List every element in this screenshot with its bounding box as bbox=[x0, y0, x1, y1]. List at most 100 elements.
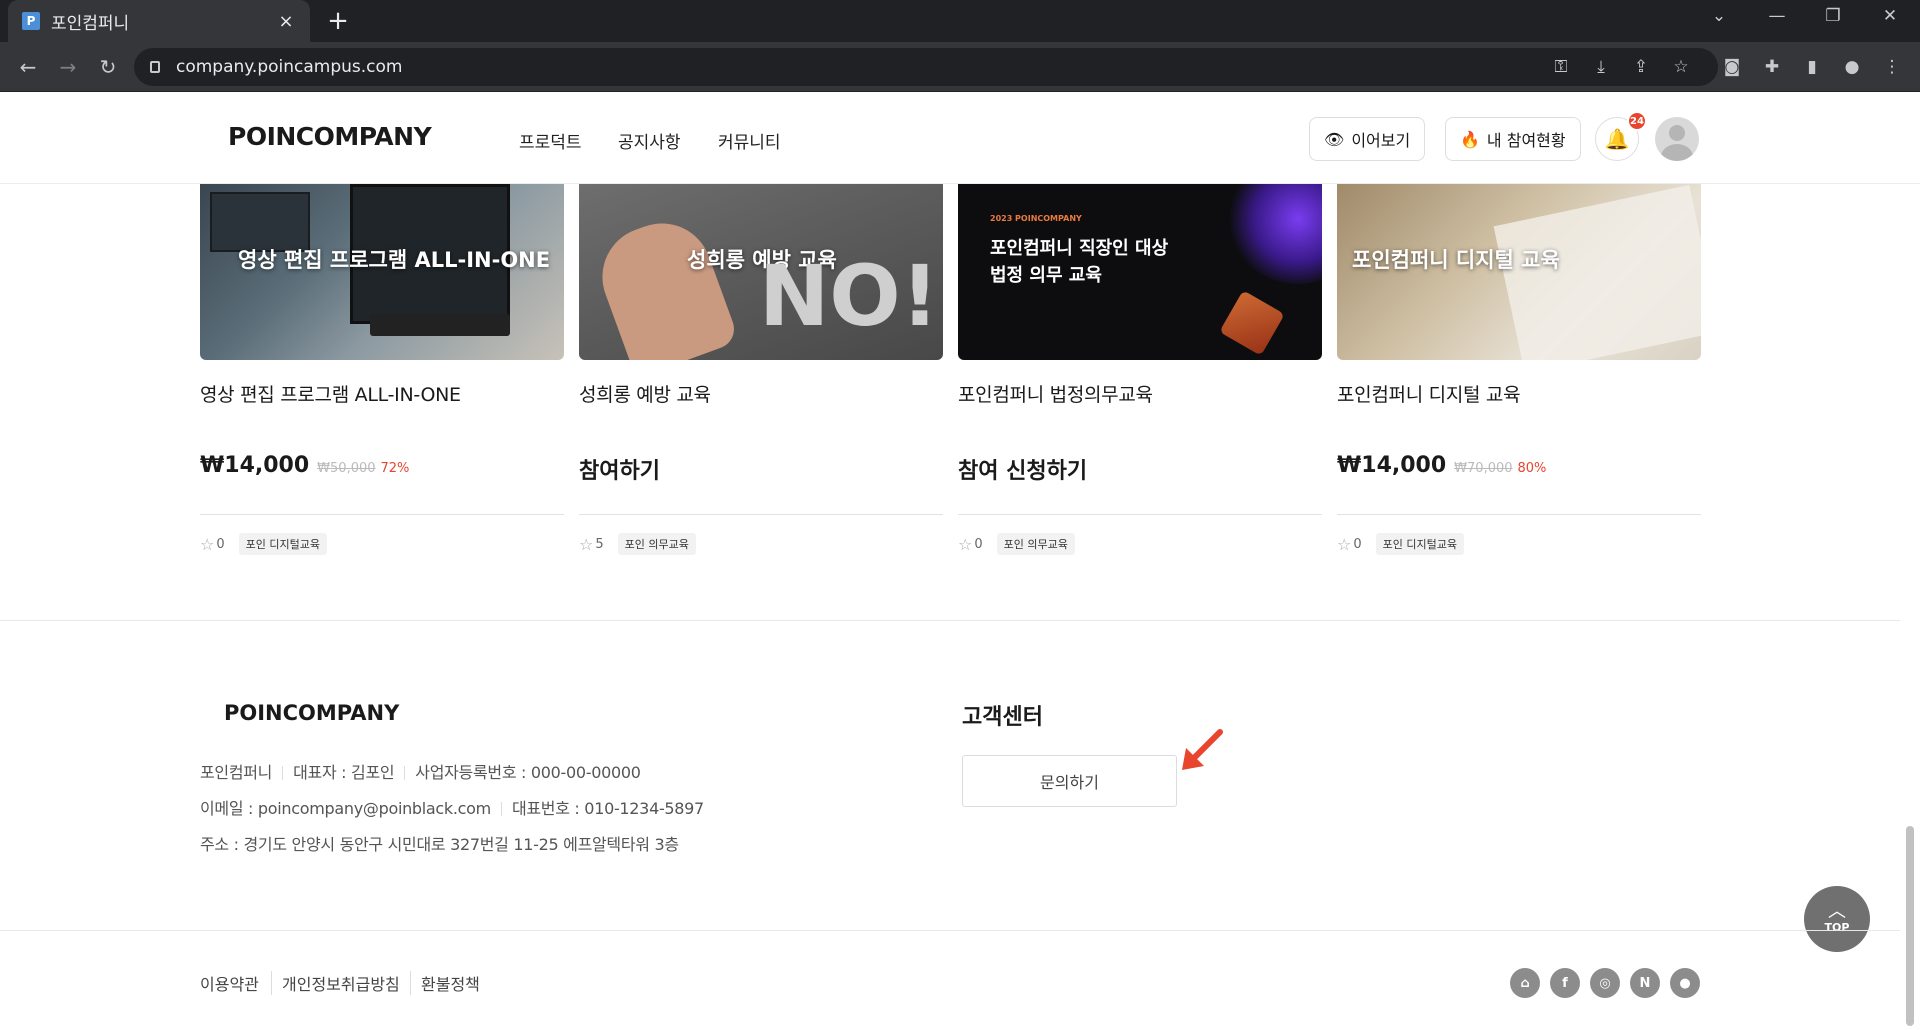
price-row: 참여하기 bbox=[579, 453, 943, 515]
customer-center-title: 고객센터 bbox=[962, 705, 1043, 730]
nav-community[interactable]: 커뮤니티 bbox=[718, 128, 781, 153]
product-thumbnail: 영상 편집 프로그램 ALL-IN-ONE bbox=[200, 184, 564, 360]
apply-label: 참여 신청하기 bbox=[958, 459, 1088, 484]
tab-title: 포인컴퍼니 bbox=[51, 13, 130, 34]
bookmark-star-icon[interactable]: ☆ bbox=[1665, 51, 1697, 83]
page-scrollbar[interactable] bbox=[1906, 826, 1914, 1026]
rating-count: 0 bbox=[216, 536, 225, 552]
product-title[interactable]: 포인컴퍼니 법정의무교육 bbox=[958, 380, 1322, 407]
privacy-link[interactable]: 개인정보취급방침 bbox=[271, 971, 400, 995]
url-text: company.poincampus.com bbox=[176, 57, 403, 77]
category-tag: 포인 의무교육 bbox=[996, 533, 1075, 555]
footer-links: 이용약관 개인정보취급방침 환불정책 ⌂ f ◎ N ● bbox=[0, 930, 1900, 1030]
naver-icon[interactable]: N bbox=[1630, 968, 1660, 998]
new-tab-button[interactable]: + bbox=[324, 6, 352, 36]
product-card[interactable]: 포인컴퍼니 디지털 교육 포인컴퍼니 디지털 교육 ₩14,000 ₩70,00… bbox=[1337, 184, 1701, 555]
thumbnail-line-2: 법정 의무 교육 bbox=[990, 265, 1102, 286]
star-icon: ☆ bbox=[958, 534, 973, 554]
company-name: 포인컴퍼니 bbox=[200, 763, 273, 782]
email-text: 이메일 : poincompany@poinblack.com bbox=[200, 799, 491, 818]
footer-info: POINCOMPANY 포인컴퍼니 대표자 : 김포인 사업자등록번호 : 000-… bbox=[0, 620, 1900, 930]
key-icon[interactable]: ⚿ bbox=[1545, 51, 1577, 83]
forward-icon[interactable]: → bbox=[52, 51, 84, 83]
product-card[interactable]: 2023 POINCOMPANY 포인컴퍼니 직장인 대상 법정 의무 교육 포… bbox=[958, 184, 1322, 555]
price: ₩14,000 bbox=[1337, 453, 1447, 478]
browser-tab[interactable]: P 포인컴퍼니 × bbox=[8, 0, 310, 42]
rating-count: 0 bbox=[974, 536, 983, 552]
home-icon[interactable]: ⌂ bbox=[1510, 968, 1540, 998]
continue-watching-button[interactable]: 👁 이어보기 bbox=[1309, 117, 1426, 161]
minimize-icon[interactable]: — bbox=[1757, 6, 1797, 26]
original-price: ₩50,000 bbox=[317, 461, 376, 476]
discount-rate: 80% bbox=[1517, 461, 1547, 476]
browser-toolbar: ← → ↻ company.poincampus.com ⚿ ⤓ ⇪ ☆ ◙ ✚… bbox=[0, 42, 1920, 92]
thumbnail-eyebrow: 2023 POINCOMPANY bbox=[990, 214, 1082, 223]
inquiry-button[interactable]: 문의하기 bbox=[962, 755, 1177, 807]
back-icon[interactable]: ← bbox=[12, 51, 44, 83]
thumbnail-title: 포인컴퍼니 디지털 교육 bbox=[1352, 248, 1560, 272]
restore-icon[interactable]: ❐ bbox=[1813, 6, 1853, 26]
price-row: 참여 신청하기 bbox=[958, 453, 1322, 515]
avatar[interactable] bbox=[1655, 117, 1699, 161]
product-title[interactable]: 영상 편집 프로그램 ALL-IN-ONE bbox=[200, 380, 564, 407]
extensions-icon[interactable]: ✚ bbox=[1756, 51, 1788, 83]
favicon-icon: P bbox=[22, 12, 40, 30]
hand-shape bbox=[588, 209, 740, 360]
orange-shape bbox=[1219, 290, 1285, 356]
product-thumbnail: 성희롱 예방 교육 NO! bbox=[579, 184, 943, 360]
phone-text: 대표번호 : 010-1234-5897 bbox=[511, 799, 704, 818]
chevron-up-icon: ︿ bbox=[1828, 900, 1846, 922]
rating-count: 5 bbox=[595, 536, 604, 552]
category-tag: 포인 의무교육 bbox=[617, 533, 696, 555]
thumbnail-title: 영상 편집 프로그램 ALL-IN-ONE bbox=[238, 248, 551, 272]
close-tab-icon[interactable]: × bbox=[276, 11, 296, 32]
close-window-icon[interactable]: ✕ bbox=[1870, 6, 1910, 26]
category-tag: 포인 디지털교육 bbox=[238, 533, 327, 555]
share-icon[interactable]: ⇪ bbox=[1625, 51, 1657, 83]
camera-icon[interactable]: ◙ bbox=[1716, 51, 1748, 83]
eye-icon: 👁 bbox=[1324, 129, 1345, 149]
original-price: ₩70,000 bbox=[1454, 461, 1513, 476]
terms-link[interactable]: 이용약관 bbox=[200, 971, 259, 995]
product-meta: ☆ 0 포인 디지털교육 bbox=[200, 533, 564, 555]
tab-search-icon[interactable]: ⌄ bbox=[1699, 6, 1739, 26]
thumbnail-big-text: NO! bbox=[759, 247, 940, 345]
product-title[interactable]: 포인컴퍼니 디지털 교육 bbox=[1337, 380, 1701, 407]
fire-icon: 🔥 bbox=[1460, 129, 1480, 149]
nav-products[interactable]: 프로덕트 bbox=[519, 128, 582, 153]
price-row: ₩14,000 ₩70,000 80% bbox=[1337, 453, 1701, 515]
product-meta: ☆ 0 포인 디지털교육 bbox=[1337, 533, 1701, 555]
participate-label: 참여하기 bbox=[579, 459, 660, 484]
product-title[interactable]: 성희롱 예방 교육 bbox=[579, 380, 943, 407]
price-row: ₩14,000 ₩50,000 72% bbox=[200, 453, 564, 515]
lock-icon bbox=[150, 61, 160, 73]
product-card[interactable]: 성희롱 예방 교육 NO! 성희롱 예방 교육 참여하기 ☆ 5 포인 의무교육 bbox=[579, 184, 943, 555]
purple-glow bbox=[1228, 184, 1322, 284]
product-thumbnail: 포인컴퍼니 디지털 교육 bbox=[1337, 184, 1701, 360]
facebook-icon[interactable]: f bbox=[1550, 968, 1580, 998]
install-icon[interactable]: ⤓ bbox=[1585, 51, 1617, 83]
ceo-name: 대표자 : 김포인 bbox=[293, 763, 395, 782]
instagram-icon[interactable]: ◎ bbox=[1590, 968, 1620, 998]
address-bar[interactable]: company.poincampus.com bbox=[134, 48, 1718, 86]
chat-icon[interactable]: ● bbox=[1670, 968, 1700, 998]
divider bbox=[282, 766, 284, 780]
product-meta: ☆ 5 포인 의무교육 bbox=[579, 533, 943, 555]
reload-icon[interactable]: ↻ bbox=[92, 51, 124, 83]
profile-icon[interactable]: ● bbox=[1836, 51, 1868, 83]
divider bbox=[404, 766, 406, 780]
refund-link[interactable]: 환불정책 bbox=[410, 971, 480, 995]
side-panel-icon[interactable]: ▮ bbox=[1796, 51, 1828, 83]
my-participation-button[interactable]: 🔥 내 참여현황 bbox=[1445, 117, 1581, 161]
discount-rate: 72% bbox=[380, 461, 410, 476]
menu-icon[interactable]: ⋮ bbox=[1876, 51, 1908, 83]
footer-logo: POINCOMPANY bbox=[224, 701, 400, 725]
product-card[interactable]: 영상 편집 프로그램 ALL-IN-ONE 영상 편집 프로그램 ALL-IN-… bbox=[200, 184, 564, 555]
site-logo[interactable]: POINCOMPANY bbox=[228, 122, 432, 151]
contact-line: 이메일 : poincompany@poinblack.com 대표번호 : 01… bbox=[200, 795, 704, 819]
keyboard-shape bbox=[370, 314, 510, 336]
site-header: POINCOMPANY 프로덕트 공지사항 커뮤니티 👁 이어보기 🔥 내 참여… bbox=[0, 92, 1920, 184]
business-number: 사업자등록번호 : 000-00-00000 bbox=[415, 763, 641, 782]
product-thumbnail: 2023 POINCOMPANY 포인컴퍼니 직장인 대상 법정 의무 교육 bbox=[958, 184, 1322, 360]
nav-notices[interactable]: 공지사항 bbox=[618, 128, 681, 153]
